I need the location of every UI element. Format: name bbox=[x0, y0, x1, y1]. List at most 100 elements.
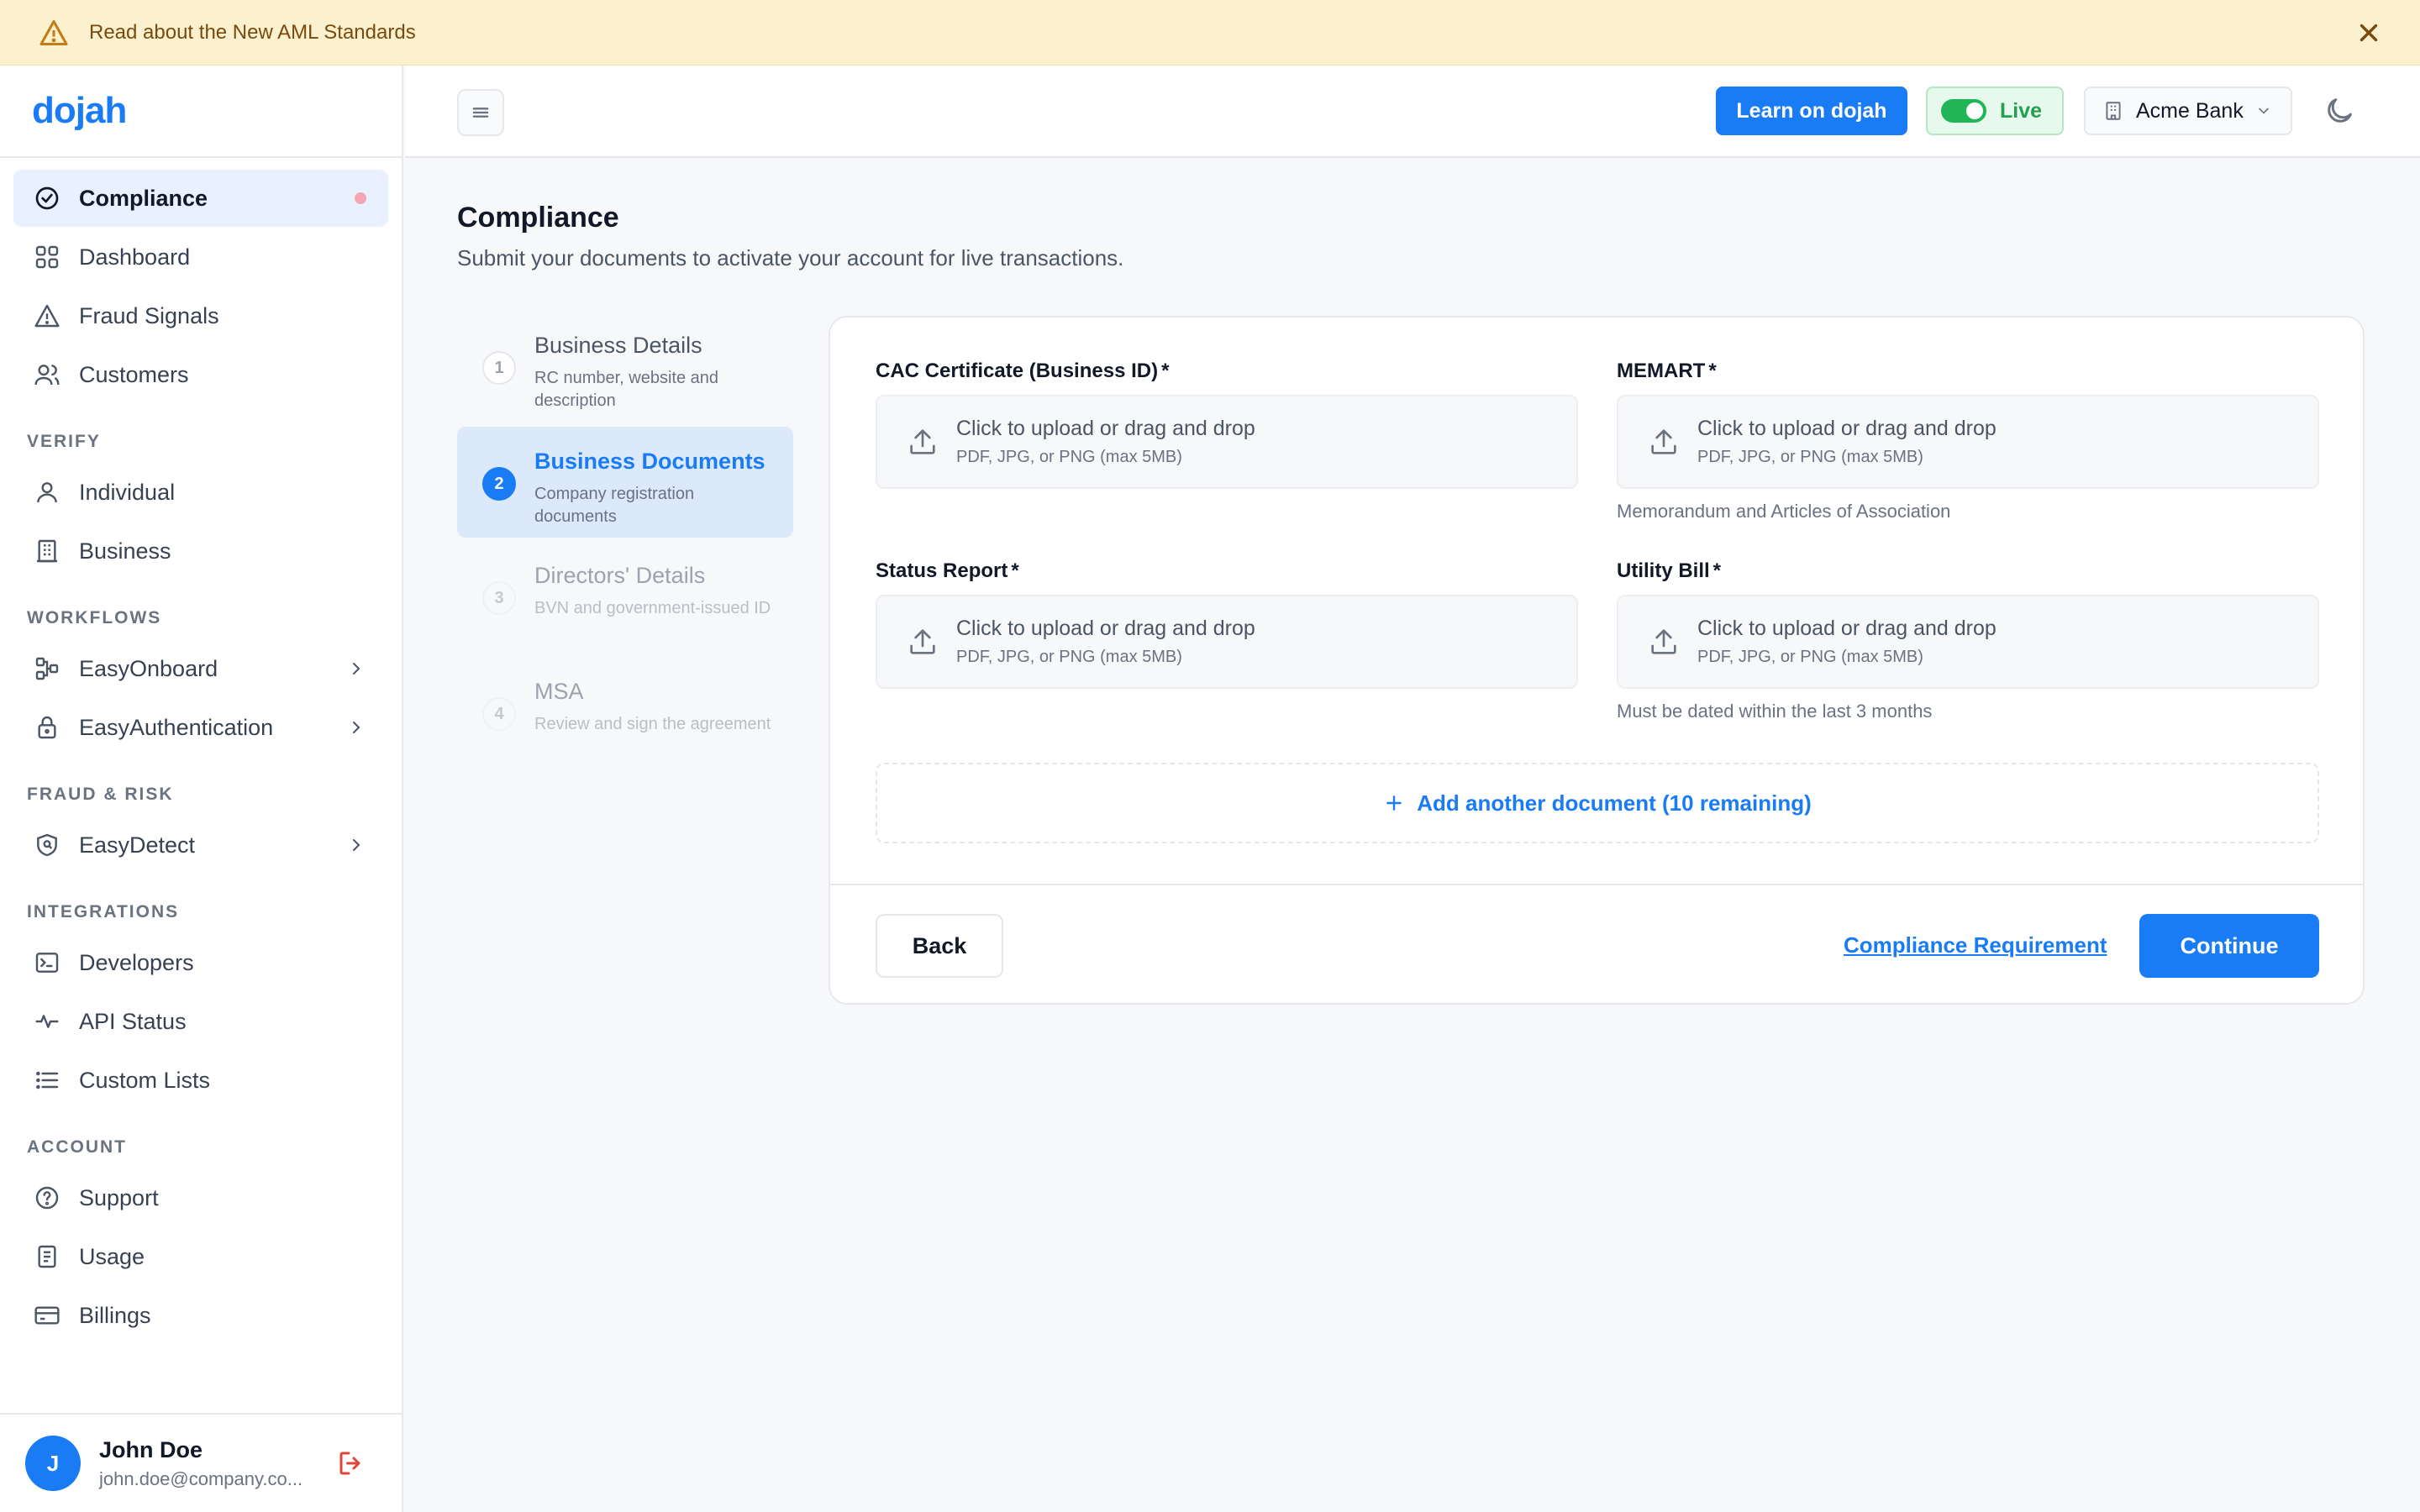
step-description: Company registration documents bbox=[534, 485, 695, 526]
upload-icon bbox=[910, 429, 935, 454]
step-msa[interactable]: 4 MSA Review and sign the agreement bbox=[457, 657, 793, 769]
sidebar-item-label: Support bbox=[79, 1184, 159, 1210]
sidebar-item-dashboard[interactable]: Dashboard bbox=[13, 228, 388, 286]
top-header: Learn on dojah Live Acme Bank bbox=[405, 66, 2420, 158]
sidebar-item-customers[interactable]: Customers bbox=[13, 346, 388, 403]
document-icon bbox=[38, 1245, 56, 1268]
user-name: John Doe bbox=[99, 1436, 203, 1462]
dropzone-text: Click to upload or drag and drop bbox=[1697, 417, 1996, 440]
step-description: RC number, website and description bbox=[534, 369, 719, 410]
dropzone-subtext: PDF, JPG, or PNG (max 5MB) bbox=[1697, 648, 1923, 666]
sidebar-item-billings[interactable]: Billings bbox=[13, 1287, 388, 1344]
sidebar-item-compliance[interactable]: Compliance bbox=[13, 170, 388, 227]
sidebar-item-label: Custom Lists bbox=[79, 1067, 211, 1093]
upload-dropzone[interactable]: Click to upload or drag and drop PDF, JP… bbox=[1617, 395, 2319, 489]
learn-on-dojah-button[interactable]: Learn on dojah bbox=[1716, 87, 1907, 135]
building-icon bbox=[2106, 102, 2121, 120]
logo-row: dojah bbox=[0, 66, 402, 158]
field-label: Status Report * bbox=[876, 559, 1019, 582]
add-document-button[interactable]: Add another document (10 remaining) bbox=[876, 763, 2319, 843]
sidebar-item-developers[interactable]: Developers bbox=[13, 934, 388, 991]
section-label-fraud-risk: FRAUD & RISK bbox=[27, 785, 174, 804]
sidebar-item-easyauthentication[interactable]: EasyAuthentication bbox=[13, 699, 388, 756]
section-label-verify: VERIFY bbox=[27, 432, 101, 451]
step-directors-details[interactable]: 3 Directors' Details BVN and government-… bbox=[457, 541, 793, 654]
sidebar-item-label: API Status bbox=[79, 1008, 187, 1034]
pulse-icon bbox=[35, 1015, 59, 1028]
section-label-account: ACCOUNT bbox=[27, 1137, 127, 1157]
dropzone-text: Click to upload or drag and drop bbox=[956, 417, 1255, 440]
compliance-requirement-link[interactable]: Compliance Requirement bbox=[1844, 932, 2107, 958]
field-utility-bill: Utility Bill * Click to upload or drag an… bbox=[1617, 559, 2319, 722]
moon-icon[interactable] bbox=[2323, 94, 2356, 128]
chevron-right-icon bbox=[353, 663, 360, 675]
avatar[interactable]: J bbox=[25, 1436, 81, 1491]
live-label: Live bbox=[2000, 98, 2043, 123]
field-label: Utility Bill * bbox=[1617, 559, 1722, 582]
sidebar-item-label: Business bbox=[79, 538, 171, 564]
organization-name: Acme Bank bbox=[2136, 98, 2244, 123]
upload-dropzone[interactable]: Click to upload or drag and drop PDF, JP… bbox=[876, 595, 1578, 689]
step-business-details[interactable]: 1 Business Details RC number, website an… bbox=[457, 311, 793, 423]
sidebar-item-label: EasyDetect bbox=[79, 832, 196, 858]
announcement-banner: Read about the New AML Standards bbox=[0, 0, 2420, 66]
flow-icon bbox=[35, 657, 59, 680]
sidebar-item-fraud-signals[interactable]: Fraud Signals bbox=[13, 287, 388, 344]
sidebar-item-easyonboard[interactable]: EasyOnboard bbox=[13, 640, 388, 697]
chevron-right-icon bbox=[353, 722, 360, 733]
card-icon bbox=[34, 1306, 60, 1325]
step-title: Directors' Details bbox=[534, 563, 706, 588]
sidebar-item-individual[interactable]: Individual bbox=[13, 464, 388, 521]
banner-text[interactable]: Read about the New AML Standards bbox=[89, 21, 416, 45]
required-mark: * bbox=[1712, 559, 1722, 582]
page-title: Compliance bbox=[457, 202, 619, 234]
field-memart: MEMART * Click to upload or drag and drop… bbox=[1617, 360, 2319, 522]
logo[interactable]: dojah bbox=[32, 90, 127, 132]
live-mode-toggle[interactable]: Live bbox=[1926, 87, 2064, 135]
field-label: CAC Certificate (Business ID) * bbox=[876, 360, 1170, 382]
toggle-switch[interactable] bbox=[1941, 99, 1986, 123]
sidebar-item-easydetect[interactable]: EasyDetect bbox=[13, 816, 388, 874]
sidebar-item-usage[interactable]: Usage bbox=[13, 1228, 388, 1285]
required-mark: * bbox=[1161, 360, 1170, 382]
help-icon bbox=[35, 1186, 59, 1210]
check-circle-icon bbox=[35, 186, 59, 210]
upload-dropzone[interactable]: Click to upload or drag and drop PDF, JP… bbox=[1617, 595, 2319, 689]
field-status-report: Status Report * Click to upload or drag a… bbox=[876, 559, 1578, 689]
logout-icon[interactable] bbox=[336, 1448, 366, 1478]
upload-icon bbox=[910, 629, 935, 654]
step-business-documents[interactable]: 2 Business Documents Company registratio… bbox=[457, 427, 793, 538]
sidebar-item-api-status[interactable]: API Status bbox=[13, 993, 388, 1050]
sidebar-item-business[interactable]: Business bbox=[13, 522, 388, 580]
users-icon bbox=[34, 365, 60, 386]
sidebar-item-support[interactable]: Support bbox=[13, 1169, 388, 1226]
back-button[interactable]: Back bbox=[876, 914, 1003, 978]
step-description: BVN and government-issued ID bbox=[534, 599, 771, 617]
continue-button[interactable]: Continue bbox=[2139, 914, 2319, 978]
dropzone-text: Click to upload or drag and drop bbox=[956, 617, 1255, 640]
terminal-icon bbox=[35, 953, 59, 973]
add-document-label: Add another document (10 remaining) bbox=[1417, 790, 1812, 816]
menu-toggle-button[interactable] bbox=[457, 89, 504, 136]
sidebar-item-custom-lists[interactable]: Custom Lists bbox=[13, 1052, 388, 1109]
sidebar-item-label: Compliance bbox=[79, 185, 208, 211]
warning-icon bbox=[39, 19, 68, 45]
organization-selector[interactable]: Acme Bank bbox=[2084, 87, 2292, 135]
upload-icon bbox=[1651, 629, 1676, 654]
step-title: MSA bbox=[534, 679, 584, 704]
upload-dropzone[interactable]: Click to upload or drag and drop PDF, JP… bbox=[876, 395, 1578, 489]
step-number: 4 bbox=[482, 697, 516, 731]
chevron-right-icon bbox=[353, 839, 360, 851]
close-icon[interactable] bbox=[2354, 18, 2383, 47]
sidebar-item-label: Usage bbox=[79, 1243, 145, 1269]
step-number: 2 bbox=[482, 467, 516, 501]
sidebar: dojah Compliance Dashboard Fraud Signals… bbox=[0, 66, 403, 1512]
sidebar-item-label: Billings bbox=[79, 1302, 151, 1328]
dropzone-subtext: PDF, JPG, or PNG (max 5MB) bbox=[1697, 448, 1923, 466]
sidebar-item-label: Dashboard bbox=[79, 244, 191, 270]
chevron-down-icon bbox=[2259, 108, 2269, 114]
user-email: john.doe@company.co... bbox=[99, 1467, 303, 1489]
step-title: Business Details bbox=[534, 333, 702, 358]
person-icon bbox=[37, 482, 57, 503]
field-hint: Must be dated within the last 3 months bbox=[1617, 701, 1933, 722]
